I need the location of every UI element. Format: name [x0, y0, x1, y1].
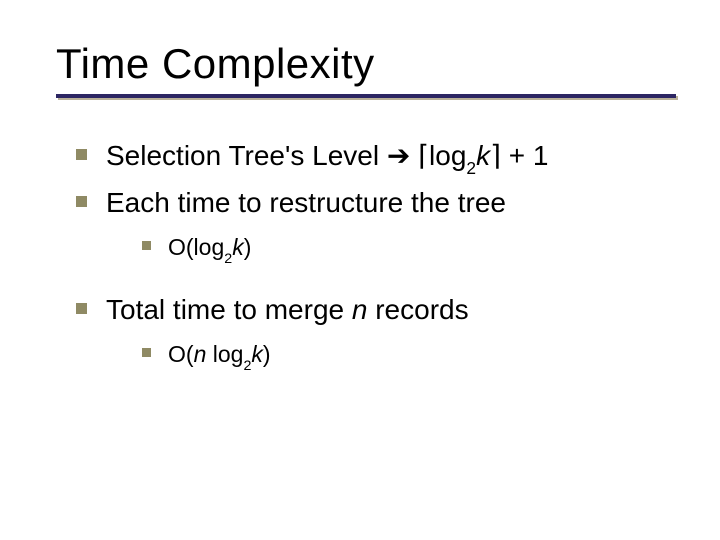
slide: Time Complexity Selection Tree's Level ➔…: [0, 0, 720, 540]
b1-k: k: [476, 140, 490, 171]
b3s-prefix: O(: [168, 341, 194, 367]
b3s-n: n: [194, 341, 207, 367]
b2-text: Each time to restructure the tree: [106, 187, 506, 218]
b3s-k: k: [251, 341, 263, 367]
underline-bar: [56, 94, 676, 98]
b1-base: 2: [466, 158, 476, 178]
bullet-1-text: Selection Tree's Level ➔ ⌈log2k⌉ + 1: [106, 140, 548, 171]
bullet-1: Selection Tree's Level ➔ ⌈log2k⌉ + 1: [76, 136, 680, 179]
bullet-3: Total time to merge n records O(n log2k): [76, 290, 680, 375]
b2s-suffix: ): [244, 234, 252, 260]
slide-body: Selection Tree's Level ➔ ⌈log2k⌉ + 1 Eac…: [56, 136, 680, 374]
b1-suffix: + 1: [501, 140, 548, 171]
b2s-base: 2: [224, 251, 232, 267]
title-underline: [56, 94, 676, 102]
b1-log: log: [429, 140, 466, 171]
arrow-icon: ➔: [387, 140, 410, 171]
b3s-base: 2: [243, 358, 251, 374]
b3s-suffix: ): [263, 341, 271, 367]
b3-n: n: [352, 294, 368, 325]
bullet-2-sub: O(log2k): [142, 231, 680, 267]
ceil-open: ⌈: [418, 140, 429, 171]
title-block: Time Complexity: [56, 40, 680, 102]
b2s-prefix: O(log: [168, 234, 224, 260]
ceil-close: ⌉: [490, 140, 501, 171]
b2s-k: k: [232, 234, 244, 260]
b1-prefix: Selection Tree's Level: [106, 140, 387, 171]
b3-prefix: Total time to merge: [106, 294, 352, 325]
bullet-2: Each time to restructure the tree O(log2…: [76, 183, 680, 268]
b3-suffix: records: [367, 294, 468, 325]
bullet-list: Selection Tree's Level ➔ ⌈log2k⌉ + 1 Eac…: [56, 136, 680, 374]
slide-title: Time Complexity: [56, 40, 680, 88]
b3s-mid: log: [206, 341, 243, 367]
bullet-3-sublist: O(n log2k): [106, 338, 680, 374]
bullet-2-sublist: O(log2k): [106, 231, 680, 267]
bullet-3-sub: O(n log2k): [142, 338, 680, 374]
